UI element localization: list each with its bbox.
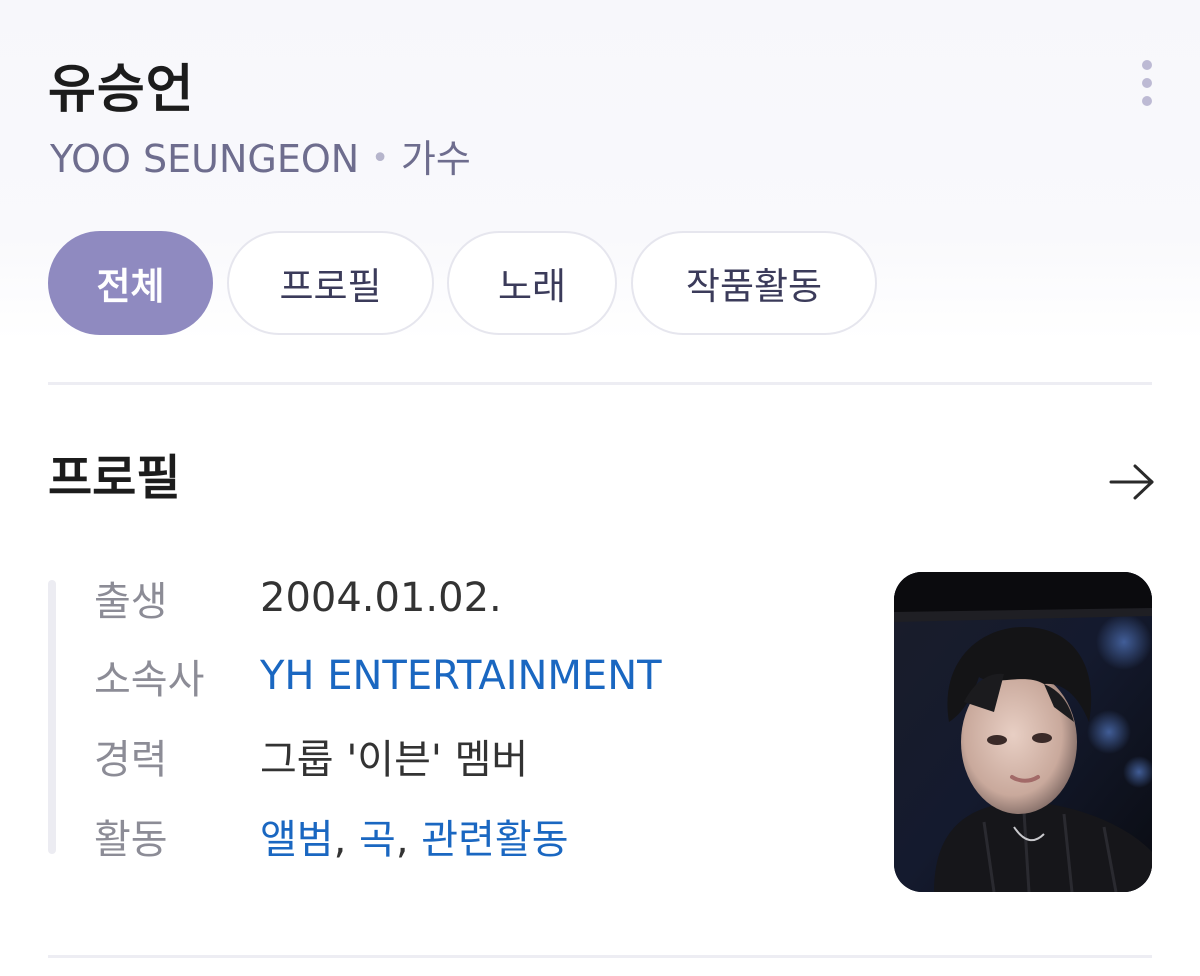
activity-links: 앨범, 곡, 관련활동	[260, 807, 569, 865]
profile-photo-image	[894, 572, 1152, 892]
info-label: 경력	[94, 737, 168, 783]
info-row-agency: 소속사 YH ENTERTAINMENT	[94, 646, 662, 706]
more-options-icon[interactable]	[1136, 60, 1158, 106]
info-value: 2004.01.02.	[260, 575, 502, 621]
album-link[interactable]: 앨범	[260, 817, 334, 863]
info-row-career: 경력 그룹 '이븐' 멤버	[94, 726, 528, 786]
info-label: 소속사	[94, 657, 205, 703]
info-label: 활동	[94, 817, 168, 863]
divider-bottom	[48, 955, 1152, 958]
person-subtitle: YOO SEUNGEON • 가수	[50, 134, 471, 184]
arrow-right-icon[interactable]	[1108, 462, 1156, 502]
info-label: 출생	[94, 579, 168, 625]
info-row-birth: 출생 2004.01.02.	[94, 568, 502, 628]
divider	[48, 382, 1152, 385]
agency-link[interactable]: YH ENTERTAINMENT	[260, 653, 662, 699]
info-row-activity: 활동 앨범, 곡, 관련활동	[94, 806, 569, 866]
info-value: 그룹 '이븐' 멤버	[260, 737, 529, 783]
more-dot	[1142, 60, 1152, 70]
info-side-bar	[48, 580, 56, 854]
tab-songs[interactable]: 노래	[447, 231, 617, 335]
tab-profile[interactable]: 프로필	[227, 231, 434, 335]
related-activity-link[interactable]: 관련활동	[421, 817, 568, 863]
link-separator: ,	[333, 817, 360, 863]
tab-works[interactable]: 작품활동	[631, 231, 877, 335]
separator-dot: •	[371, 141, 389, 176]
section-title-profile: 프로필	[48, 450, 181, 506]
link-separator: ,	[395, 817, 422, 863]
english-name: YOO SEUNGEON	[50, 137, 360, 181]
profile-photo[interactable]	[894, 572, 1152, 892]
occupation: 가수	[400, 137, 471, 181]
tab-all[interactable]: 전체	[48, 231, 213, 335]
more-dot	[1142, 96, 1152, 106]
song-link[interactable]: 곡	[359, 817, 396, 863]
person-name: 유승언	[48, 60, 195, 120]
more-dot	[1142, 78, 1152, 88]
